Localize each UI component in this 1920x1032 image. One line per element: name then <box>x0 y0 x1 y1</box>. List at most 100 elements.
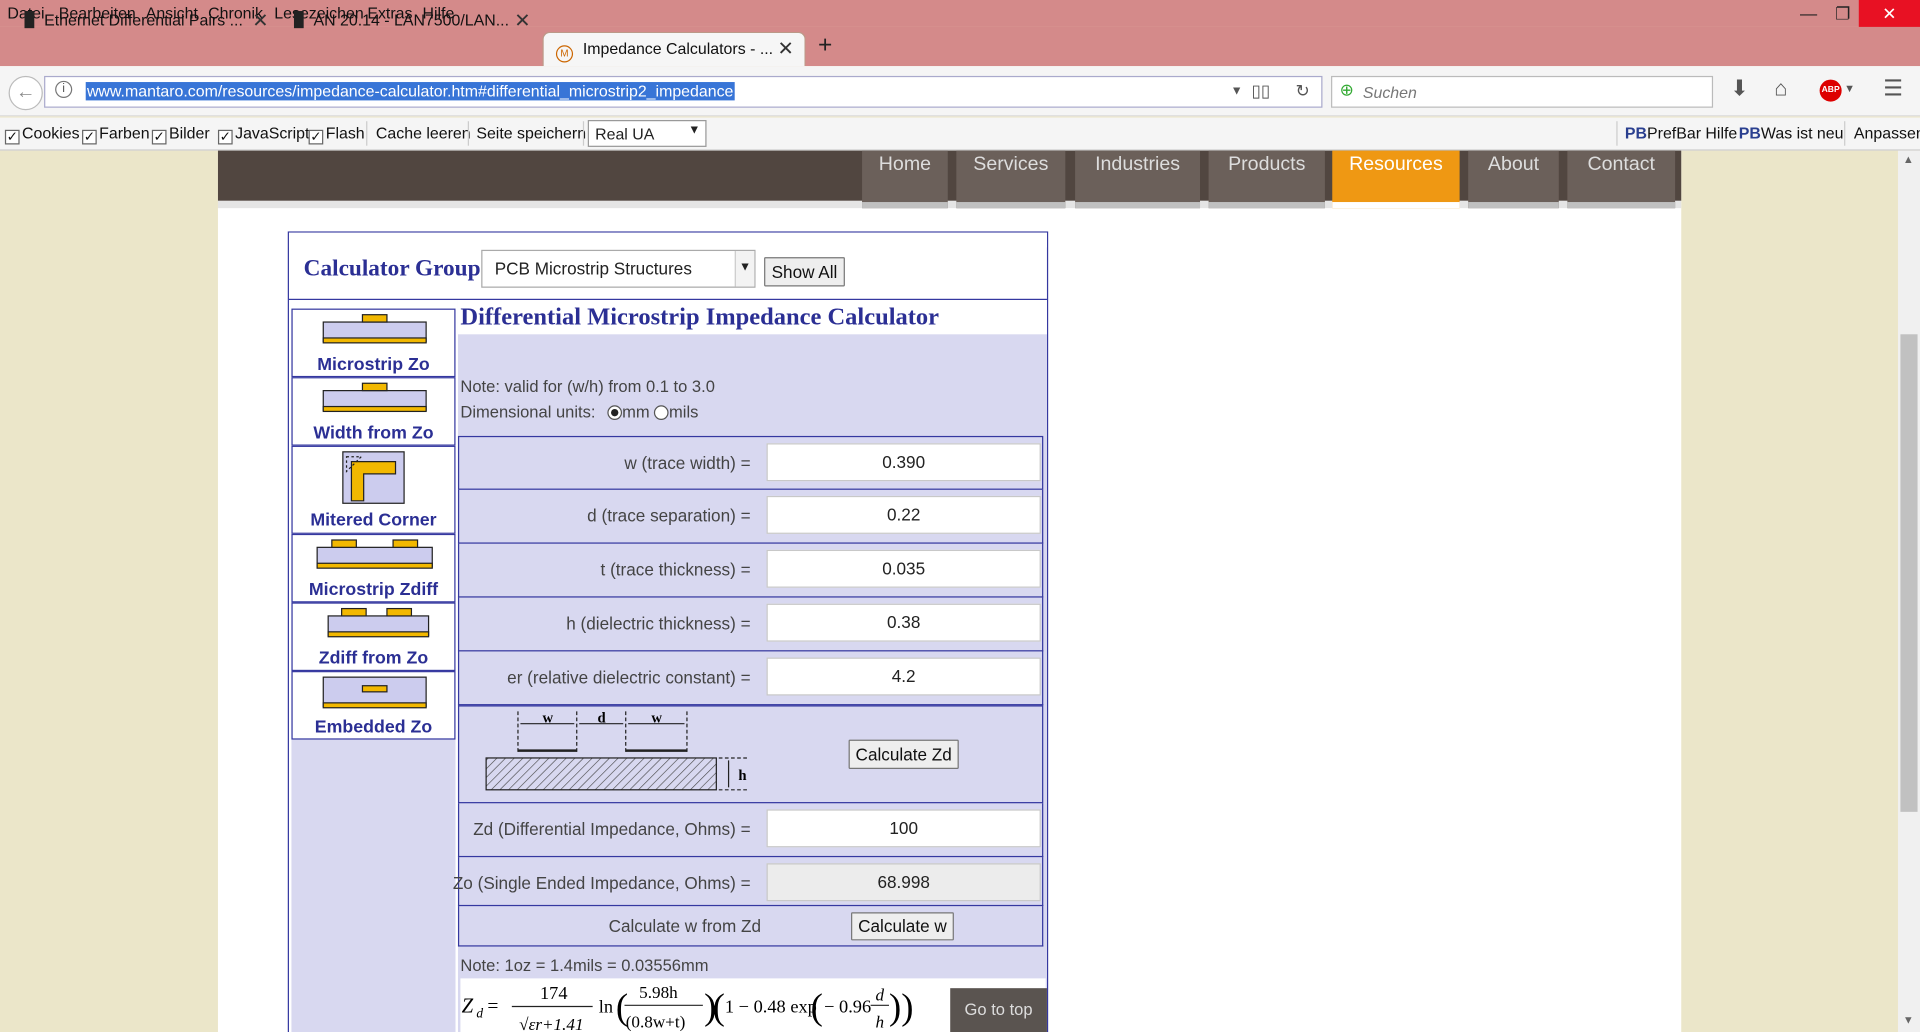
javascript-checkbox[interactable]: ✓ JavaScript <box>217 123 310 145</box>
back-arrow-icon[interactable]: ← <box>8 75 43 111</box>
search-field[interactable]: ⊕ Suchen <box>1331 75 1714 108</box>
sidebar-item-embedded-zo[interactable]: Embedded Zo <box>291 671 456 740</box>
formula-denominator: √εr+1.41 <box>519 1015 583 1032</box>
tab-close-icon[interactable]: ✕ <box>514 9 530 33</box>
trace-width-input[interactable]: 0.390 <box>766 443 1041 482</box>
tab-impedance-calculators[interactable]: M Impedance Calculators - ... ✕ <box>542 31 806 67</box>
sidebar-item-zdiff-from-zo[interactable]: Zdiff from Zo <box>291 602 456 672</box>
page-scrollbar[interactable]: ▲ ▼ <box>1897 150 1920 1032</box>
width-from-zo-icon <box>322 382 427 413</box>
formula-paren: ( <box>713 986 725 1027</box>
farben-label: Farben <box>99 123 150 143</box>
tab-ethernet[interactable]: Ethernet Differential Pairs ... ✕ <box>24 5 269 39</box>
dielectric-constant-input[interactable]: 4.2 <box>766 657 1041 696</box>
dropdown-arrow-icon[interactable]: ▼ <box>1231 84 1243 97</box>
field-label: er (relative dielectric constant) = <box>507 667 751 687</box>
sidebar-item-microstrip-zdiff[interactable]: Microstrip Zdiff <box>291 533 456 603</box>
calculator-content: Differential Microstrip Impedance Calcul… <box>453 300 1047 1032</box>
trace-thickness-input[interactable]: 0.035 <box>766 549 1041 588</box>
calculate-w-button[interactable]: Calculate w <box>851 912 954 941</box>
unit-mils-radio[interactable] <box>654 405 669 421</box>
anpassen-button[interactable]: Anpassen <box>1854 124 1920 142</box>
checkbox-icon: ✓ <box>308 129 324 145</box>
field-row-t: t (trace thickness) = 0.035 <box>457 543 1044 598</box>
info-icon[interactable]: i <box>55 80 73 98</box>
mitered-corner-icon <box>342 451 405 504</box>
nav-contact[interactable]: Contact <box>1567 150 1676 209</box>
farben-checkbox[interactable]: ✓ Farben <box>82 124 150 145</box>
tab-close-icon[interactable]: ✕ <box>252 9 268 33</box>
url-bar[interactable]: i www.mantaro.com/resources/impedance-ca… <box>44 75 1323 108</box>
formula-frac-d: d <box>876 985 885 1004</box>
reload-icon[interactable]: ↻ <box>1296 81 1310 102</box>
document-icon <box>24 11 35 29</box>
site-navigation <box>217 150 1682 209</box>
checkbox-icon: ✓ <box>82 129 97 145</box>
flash-checkbox[interactable]: ✓ Flash <box>308 124 365 145</box>
scroll-up-icon[interactable]: ▲ <box>1903 153 1914 165</box>
checkbox-icon: ✓ <box>4 129 20 145</box>
field-row-w: w (trace width) = 0.390 <box>457 435 1044 490</box>
url-text[interactable]: www.mantaro.com/resources/impedance-calc… <box>85 82 735 101</box>
units-label: Dimensional units: <box>460 402 596 422</box>
prefbar-logo-icon: PB <box>1624 123 1648 143</box>
cache-leeren-button[interactable]: Cache leeren <box>376 124 471 142</box>
sidebar-item-mitered-corner[interactable]: Mitered Corner <box>291 445 456 534</box>
scroll-down-icon[interactable]: ▼ <box>1903 1014 1914 1026</box>
maximize-button[interactable]: ❐ <box>1825 0 1862 27</box>
unit-mm-radio[interactable] <box>607 405 623 421</box>
diagram-d-label: d <box>598 710 606 726</box>
zd-input[interactable]: 100 <box>766 809 1041 848</box>
validity-note: Note: valid for (w/h) from 0.1 to 3.0 <box>460 377 715 396</box>
tab-an2014[interactable]: AN 20.14 - LAN7500/LAN... ✕ <box>293 5 539 39</box>
zdiff-from-zo-icon <box>327 607 430 638</box>
home-icon[interactable]: ⌂ <box>1774 76 1787 102</box>
minimize-button[interactable]: — <box>1790 0 1827 27</box>
formula-numerator: 174 <box>540 983 568 1003</box>
trace-separation-input[interactable]: 0.22 <box>766 495 1041 534</box>
cookies-checkbox[interactable]: ✓ Cookies <box>4 124 80 145</box>
nav-resources[interactable]: Resources <box>1332 150 1460 209</box>
javascript-label: JavaScript <box>235 123 310 143</box>
adblock-icon[interactable]: ABP <box>1819 79 1842 102</box>
sidebar-item-width-from-zo[interactable]: Width from Zo <box>291 377 456 446</box>
nav-home[interactable]: Home <box>862 150 948 209</box>
nav-products[interactable]: Products <box>1208 150 1325 209</box>
show-all-button[interactable]: Show All <box>764 257 845 287</box>
sidebar-item-label: Zdiff from Zo <box>318 648 429 669</box>
nav-industries[interactable]: Industries <box>1075 150 1201 209</box>
dielectric-thickness-input[interactable]: 0.38 <box>766 603 1041 642</box>
reader-view-icon[interactable]: ▯▯ <box>1251 81 1270 102</box>
whats-new-button[interactable]: PBWas ist neu <box>1739 124 1844 142</box>
nav-underline <box>217 200 1682 209</box>
nav-services[interactable]: Services <box>956 150 1066 209</box>
sidebar-item-microstrip-zo[interactable]: Microstrip Zo <box>291 308 456 378</box>
field-label: d (trace separation) = <box>587 505 751 526</box>
field-row-h: h (dielectric thickness) = 0.38 <box>457 597 1044 652</box>
diagram-row: w d w h Calculate Zd <box>457 705 1044 804</box>
user-agent-select[interactable]: Real UA ▼ <box>587 120 707 147</box>
seite-speichern-button[interactable]: Seite speichern <box>476 124 586 142</box>
chevron-down-icon[interactable]: ▼ <box>1844 82 1855 94</box>
page-title: Differential Microstrip Impedance Calcul… <box>460 303 940 331</box>
scrollbar-thumb[interactable] <box>1900 334 1918 812</box>
field-row-d: d (trace separation) = 0.22 <box>457 489 1044 544</box>
download-icon[interactable]: ⬇ <box>1730 76 1748 102</box>
diagram-h-label: h <box>738 768 746 784</box>
embedded-zo-icon <box>322 676 427 709</box>
new-tab-button[interactable]: + <box>818 32 832 60</box>
chevron-down-icon: ▼ <box>688 123 701 138</box>
divider <box>467 121 469 146</box>
tab-close-icon[interactable]: ✕ <box>778 37 794 61</box>
calculate-zd-button[interactable]: Calculate Zd <box>848 739 959 769</box>
go-to-top-button[interactable]: Go to top <box>950 988 1047 1032</box>
field-label: h (dielectric thickness) = <box>566 613 751 634</box>
calculator-group-select[interactable]: PCB Microstrip Structures ▼ <box>481 249 756 288</box>
prefbar-help-button[interactable]: PBPrefBar Hilfe <box>1625 124 1737 142</box>
hamburger-menu-icon[interactable]: ☰ <box>1883 76 1903 102</box>
whats-new-label: Was ist neu <box>1760 123 1844 143</box>
nav-about[interactable]: About <box>1468 150 1559 209</box>
close-window-button[interactable]: ✕ <box>1858 0 1920 27</box>
bilder-checkbox[interactable]: ✓ Bilder <box>151 124 210 145</box>
divider <box>366 121 368 146</box>
